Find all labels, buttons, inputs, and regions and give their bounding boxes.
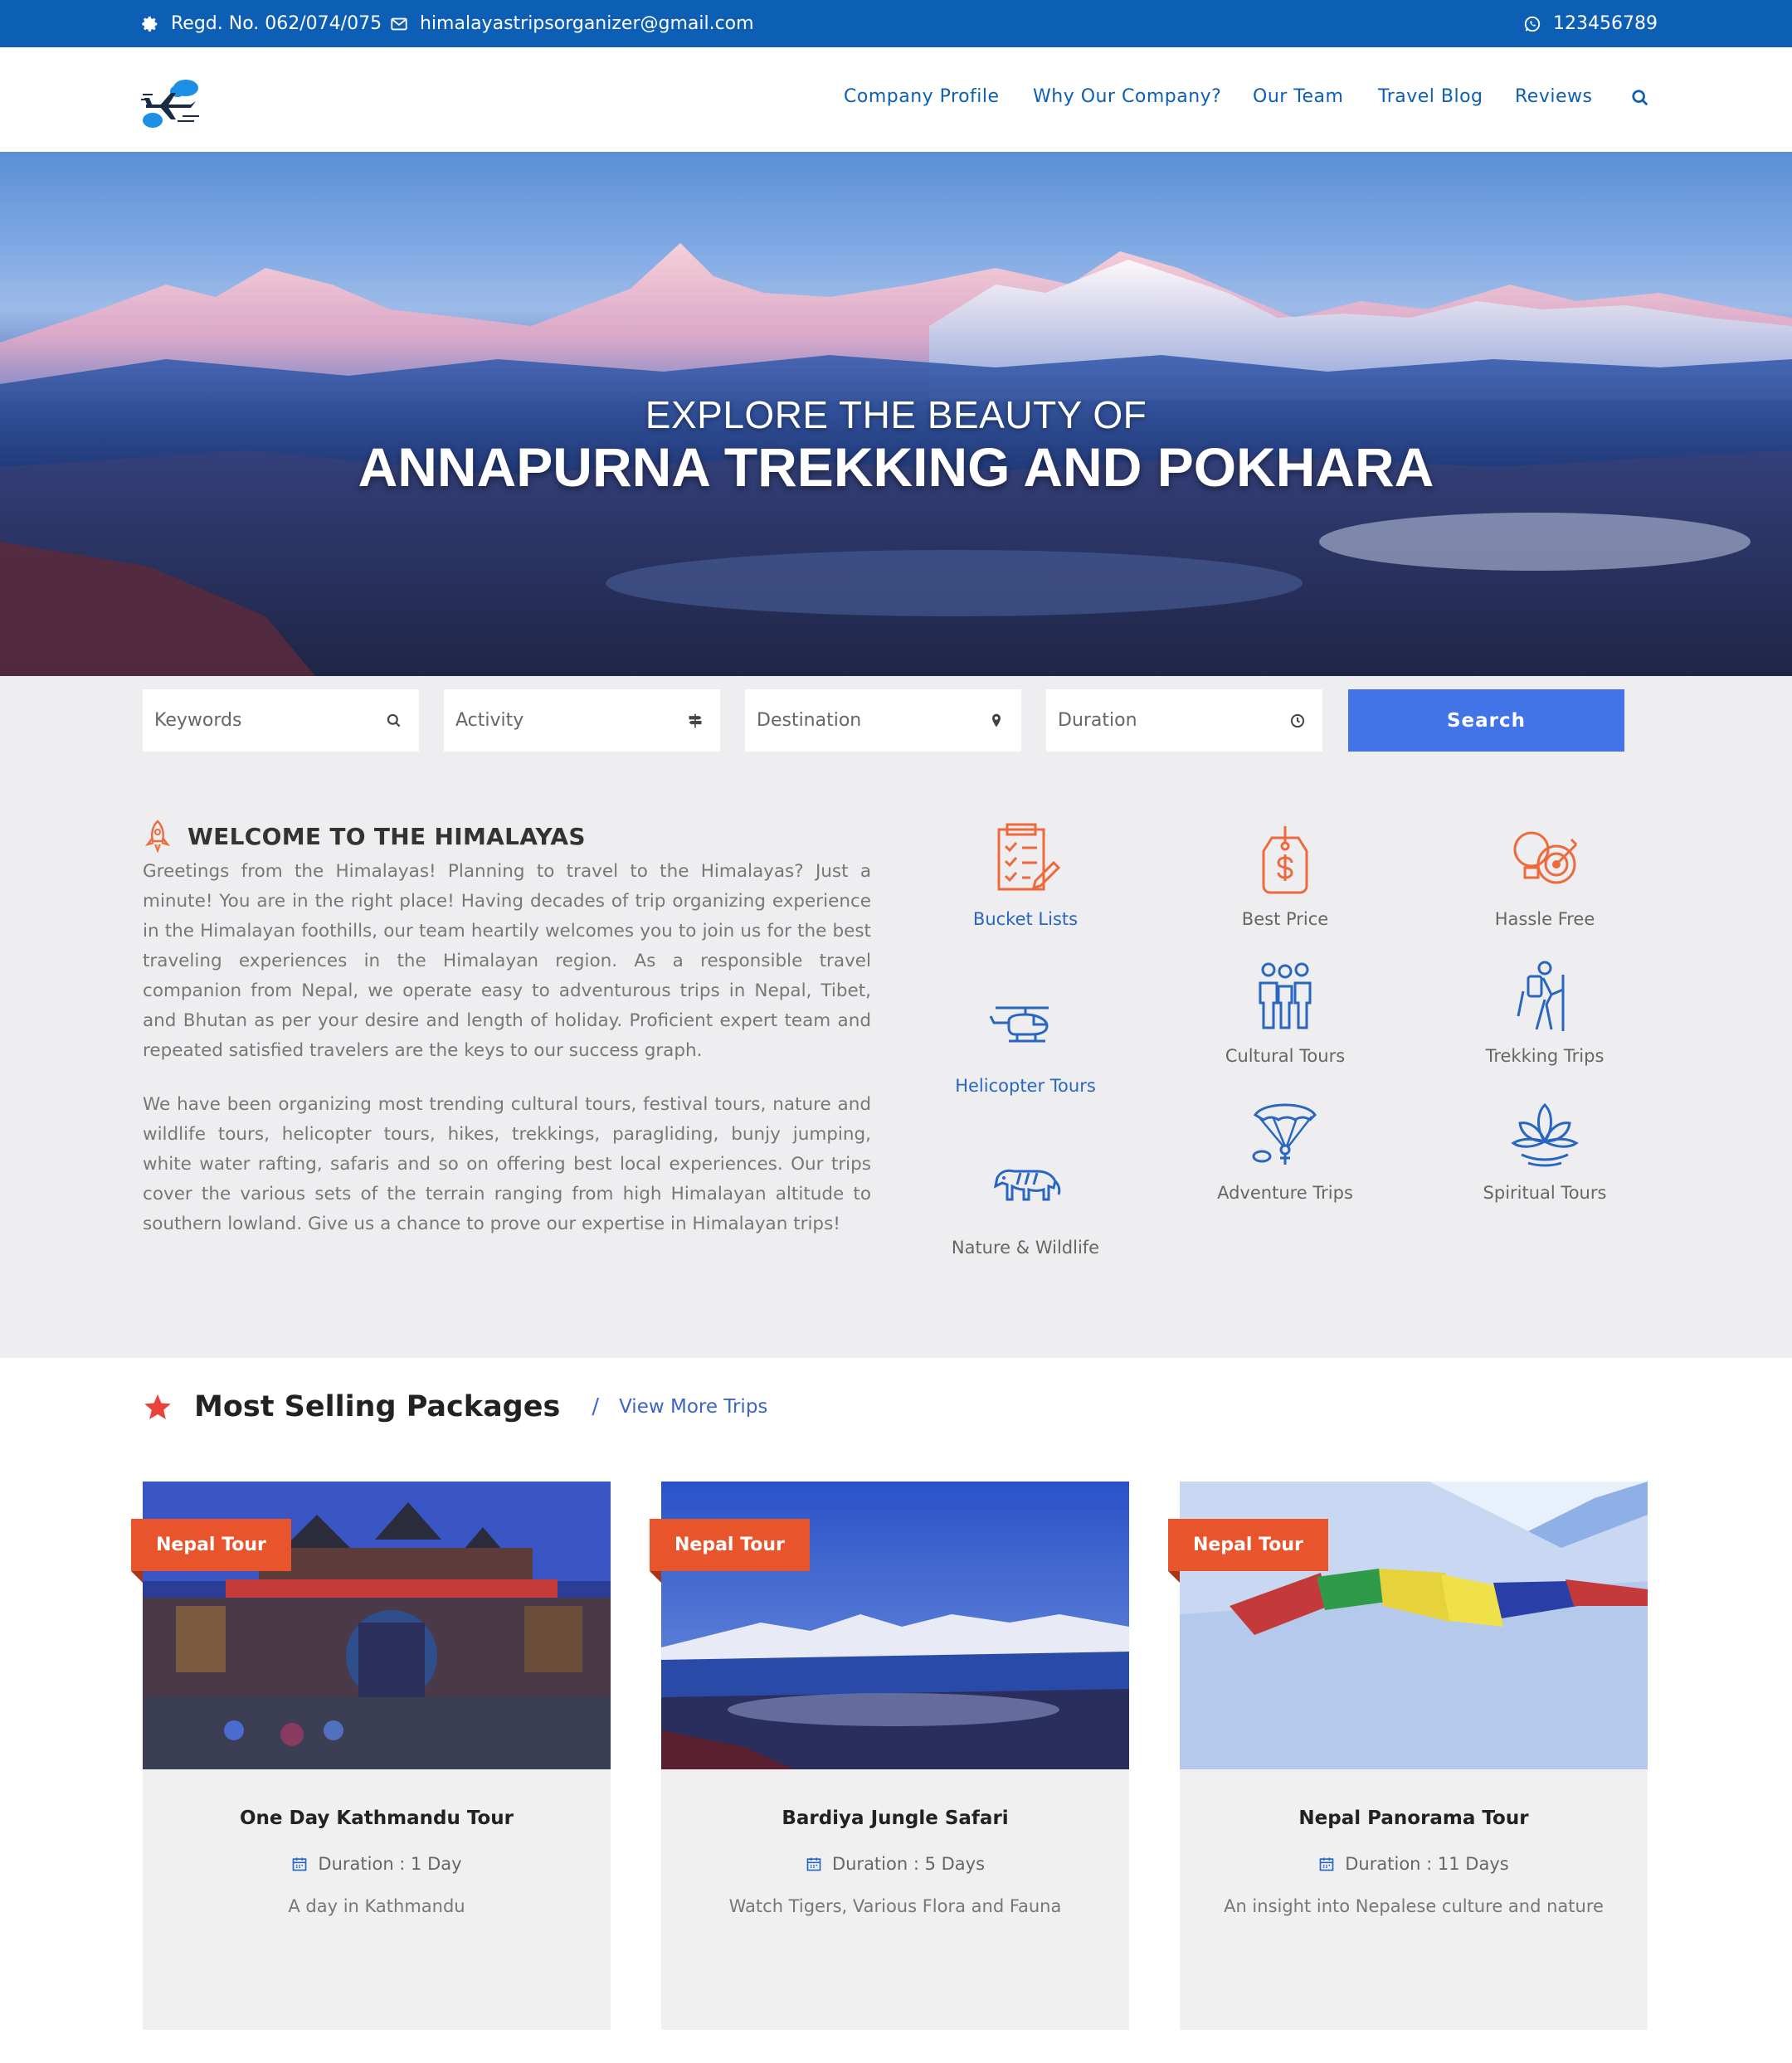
duration-text: Duration : 5 Days xyxy=(831,1854,986,1874)
package-name[interactable]: One Day Kathmandu Tour xyxy=(143,1808,611,1829)
view-more-trips-link[interactable]: View More Trips xyxy=(619,1396,767,1418)
feature-label: Cultural Tours xyxy=(1225,1046,1346,1066)
package-name[interactable]: Bardiya Jungle Safari xyxy=(661,1808,1129,1829)
registration-text: Regd. No. 062/074/075 xyxy=(171,13,382,34)
activity-placeholder: Activity xyxy=(455,710,524,731)
people-icon xyxy=(1259,962,1312,1029)
destination-select[interactable]: Destination xyxy=(745,689,1021,752)
package-duration: Duration : 1 Day xyxy=(143,1854,611,1874)
helicopter-icon xyxy=(989,1006,1049,1043)
calendar-icon xyxy=(293,1857,307,1871)
price-tag-icon xyxy=(1262,826,1308,894)
phone-text: 123456789 xyxy=(1553,13,1658,34)
map-pin-icon xyxy=(992,713,1001,727)
feature-bucket-lists[interactable]: Bucket Lists xyxy=(918,821,1133,929)
nav-company-profile[interactable]: Company Profile xyxy=(844,86,1000,107)
signpost-icon xyxy=(689,713,702,727)
nav-travel-blog[interactable]: Travel Blog xyxy=(1378,86,1483,107)
package-card-kathmandu[interactable]: Nepal Tour One Day Kathmandu Tour Durati… xyxy=(131,1482,611,2030)
duration-select[interactable]: Duration xyxy=(1046,689,1322,752)
duration-placeholder: Duration xyxy=(1058,710,1137,731)
feature-label: Hassle Free xyxy=(1494,909,1595,929)
duration-text: Duration : 1 Day xyxy=(318,1854,462,1874)
duration-text: Duration : 11 Days xyxy=(1345,1854,1509,1874)
packages-title: Most Selling Packages xyxy=(194,1390,561,1423)
feature-helicopter-tours[interactable]: Helicopter Tours xyxy=(918,983,1133,1096)
feature-cultural-tours[interactable]: Cultural Tours xyxy=(1177,958,1393,1066)
feature-label: Bucket Lists xyxy=(972,909,1079,929)
hero-subtitle: EXPLORE THE BEAUTY OF xyxy=(645,393,1147,436)
clock-icon xyxy=(1290,713,1305,727)
hiker-icon xyxy=(1517,961,1565,1031)
lotus-icon xyxy=(1511,1102,1579,1167)
hero-title: ANNAPURNA TREKKING AND POKHARA xyxy=(358,436,1434,498)
welcome-paragraph-1: Greetings from the Himalayas! Planning t… xyxy=(143,861,871,1061)
nav-our-team[interactable]: Our Team xyxy=(1253,86,1343,107)
tag-fold-decoration xyxy=(650,1571,661,1583)
email-text: himalayastripsorganizer@gmail.com xyxy=(420,13,754,34)
keywords-placeholder: Keywords xyxy=(154,710,242,731)
welcome-paragraph-2: We have been organizing most trending cu… xyxy=(143,1094,871,1234)
tiger-icon xyxy=(993,1169,1061,1201)
tag-fold-decoration xyxy=(1168,1571,1180,1583)
destination-placeholder: Destination xyxy=(757,710,862,731)
feature-trekking-trips[interactable]: Trekking Trips xyxy=(1437,958,1653,1066)
tag-fold-decoration xyxy=(131,1571,143,1583)
package-description: An insight into Nepalese culture and nat… xyxy=(1224,1896,1604,1916)
feature-best-price[interactable]: Best Price xyxy=(1177,821,1393,929)
package-description: Watch Tigers, Various Flora and Fauna xyxy=(728,1896,1062,1916)
search-button[interactable]: Search xyxy=(1348,689,1624,752)
packages-heading: Most Selling Packages / View More Trips xyxy=(143,1390,767,1423)
package-description: A day in Kathmandu xyxy=(288,1896,465,1916)
feature-nature-wildlife[interactable]: Nature & Wildlife xyxy=(918,1145,1133,1258)
feature-label: Helicopter Tours xyxy=(955,1076,1096,1096)
nepal-tour-tag: Nepal Tour xyxy=(1168,1519,1328,1571)
package-card-bardiya[interactable]: Nepal Tour Bardiya Jungle Safari Duratio… xyxy=(650,1482,1129,2030)
package-card-panorama[interactable]: Nepal Tour Nepal Panorama Tour Duration … xyxy=(1168,1482,1648,2030)
lightbulb-target-icon xyxy=(1513,831,1578,884)
gear-icon xyxy=(142,16,158,32)
nepal-tour-tag: Nepal Tour xyxy=(131,1519,291,1571)
nav-reviews[interactable]: Reviews xyxy=(1515,86,1592,107)
feature-adventure-trips[interactable]: Adventure Trips xyxy=(1177,1095,1393,1203)
package-name[interactable]: Nepal Panorama Tour xyxy=(1180,1808,1648,1829)
heading-separator: / xyxy=(592,1394,600,1419)
keywords-input[interactable]: Keywords xyxy=(143,689,419,752)
feature-spiritual-tours[interactable]: Spiritual Tours xyxy=(1437,1095,1653,1203)
registration-info: Regd. No. 062/074/075 xyxy=(141,0,382,47)
search-welcome-section: Keywords Activity Destination Duration S… xyxy=(0,676,1792,1358)
paraglider-icon xyxy=(1252,1103,1317,1165)
nepal-tour-tag: Nepal Tour xyxy=(650,1519,810,1571)
checklist-icon xyxy=(997,823,1061,891)
calendar-icon xyxy=(806,1857,821,1871)
search-icon[interactable] xyxy=(1631,89,1649,107)
feature-label: Trekking Trips xyxy=(1485,1046,1605,1066)
star-icon xyxy=(144,1394,171,1419)
envelope-icon xyxy=(391,17,407,30)
site-logo[interactable] xyxy=(141,75,201,131)
welcome-heading: WELCOME TO THE HIMALAYAS xyxy=(143,820,586,853)
phone-link[interactable]: 123456789 xyxy=(1523,0,1658,47)
activity-select[interactable]: Activity xyxy=(444,689,720,752)
feature-label: Best Price xyxy=(1241,909,1329,929)
package-duration: Duration : 5 Days xyxy=(661,1854,1129,1874)
rocket-icon xyxy=(144,820,171,853)
airplane-cloud-logo-icon xyxy=(141,80,199,128)
calendar-icon xyxy=(1319,1857,1334,1871)
whatsapp-icon xyxy=(1524,16,1541,32)
package-duration: Duration : 11 Days xyxy=(1180,1854,1648,1874)
nav-why-our-company[interactable]: Why Our Company? xyxy=(1033,86,1221,107)
welcome-title: WELCOME TO THE HIMALAYAS xyxy=(187,822,586,850)
feature-label: Adventure Trips xyxy=(1217,1183,1353,1203)
feature-hassle-free[interactable]: Hassle Free xyxy=(1437,821,1653,929)
feature-label: Spiritual Tours xyxy=(1483,1183,1607,1203)
email-link[interactable]: himalayastripsorganizer@gmail.com xyxy=(390,0,754,47)
hero-banner: EXPLORE THE BEAUTY OF ANNAPURNA TREKKING… xyxy=(0,152,1792,676)
feature-label: Nature & Wildlife xyxy=(951,1238,1100,1258)
search-icon xyxy=(387,713,401,727)
site-header: Company Profile Why Our Company? Our Tea… xyxy=(0,47,1792,152)
top-bar: Regd. No. 062/074/075 himalayastripsorga… xyxy=(0,0,1792,47)
